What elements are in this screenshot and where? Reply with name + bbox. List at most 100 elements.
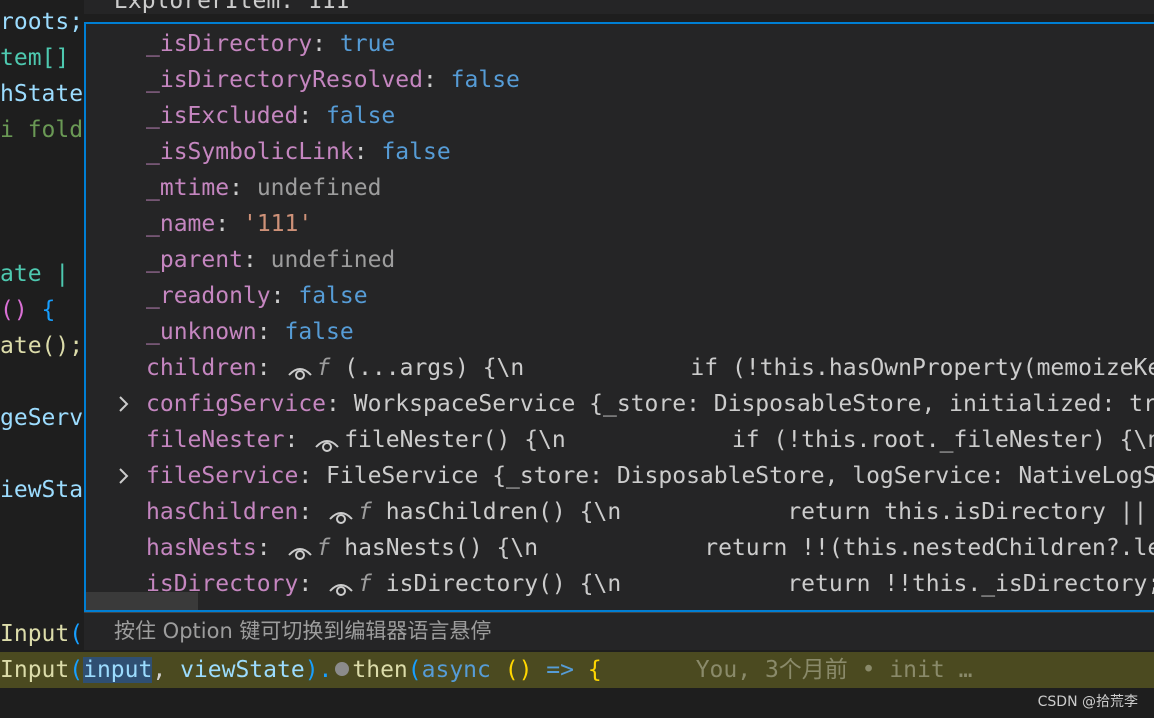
variable-name: fileNester	[146, 427, 285, 453]
variable-value: isDirectory() {\n return !!this._isDirec…	[385, 571, 1154, 597]
colon-separator: :	[353, 139, 368, 165]
function-marker: f	[358, 499, 372, 525]
code-token: (	[69, 657, 84, 683]
variable-row[interactable]: _isDirectoryResolved: false	[146, 62, 520, 98]
function-marker: f	[316, 355, 331, 381]
colon-separator: :	[215, 211, 230, 237]
variable-value: false	[298, 283, 368, 309]
variable-value: false	[450, 67, 520, 93]
variable-name: fileService	[146, 463, 299, 489]
code-token: (	[407, 657, 422, 683]
chevron-right-icon[interactable]	[116, 458, 132, 494]
code-token: ate |	[0, 261, 70, 287]
variable-row[interactable]: configService: WorkspaceService {_store:…	[119, 386, 1154, 422]
variable-name: _readonly	[146, 283, 271, 309]
colon-separator: :	[284, 427, 299, 453]
code-token: tem[]	[0, 45, 70, 71]
code-token: {	[27, 297, 56, 323]
variable-value: undefined	[270, 247, 396, 273]
code-token: roots;	[0, 9, 84, 35]
variable-value: false	[381, 139, 451, 165]
eye-icon[interactable]	[287, 357, 313, 380]
variable-value: (...args) {\n if (!this.hasOwnProperty(m…	[344, 355, 1154, 381]
variable-name: _mtime	[146, 175, 230, 201]
variable-row[interactable]: _name: '111'	[146, 206, 312, 242]
colon-separator: :	[298, 571, 313, 597]
variable-value: FileService {_store: DisposableStore, lo…	[326, 463, 1154, 489]
variable-name: _isDirectoryResolved	[146, 67, 423, 93]
bottom-bar	[0, 688, 1154, 718]
code-token: ,	[152, 657, 181, 683]
variable-name: children	[146, 355, 257, 381]
code-line-6[interactable]: () {	[0, 292, 55, 328]
code-line-8[interactable]: geServ	[0, 400, 83, 436]
hovered-identifier[interactable]: input	[83, 657, 153, 683]
colon-separator: :	[242, 247, 257, 273]
debug-hover-widget[interactable]: _isDirectory: true _isDirectoryResolved: …	[84, 22, 1154, 612]
colon-separator: :	[256, 319, 271, 345]
code-token: hState	[0, 81, 84, 107]
code-token: {	[587, 657, 602, 683]
code-token: Input	[0, 621, 70, 647]
colon-separator: :	[312, 31, 327, 57]
colon-separator: :	[422, 67, 437, 93]
code-line-7[interactable]: ate();	[0, 328, 83, 364]
function-marker: f	[358, 571, 372, 597]
variable-row[interactable]: hasChildren: f hasChildren() {\n return …	[146, 494, 1154, 530]
code-token: (	[69, 621, 84, 647]
hover-footer: 按住 Option 键可切换到编辑器语言悬停	[84, 612, 1154, 650]
variable-value: hasNests() {\n return !!(this.nestedChil…	[344, 535, 1154, 561]
variable-row[interactable]: fileNester: fileNester() {\n if (!this.r…	[146, 422, 1154, 458]
code-token: ate();	[0, 333, 84, 359]
code-line-9[interactable]: iewSta	[0, 472, 83, 508]
variable-row[interactable]: _parent: undefined	[146, 242, 395, 278]
variable-row[interactable]: _isDirectory: true	[146, 26, 395, 62]
variable-row[interactable]: isDirectory: f isDirectory() {\n return …	[146, 566, 1154, 602]
variable-row[interactable]: _mtime: undefined	[146, 170, 381, 206]
variable-value: true	[339, 31, 396, 57]
watermark: CSDN @拾荒李	[1037, 694, 1138, 710]
variable-name: hasNests	[146, 535, 257, 561]
eye-icon[interactable]	[314, 429, 340, 452]
code-token: iewSta	[0, 477, 84, 503]
code-token: ()	[504, 657, 533, 683]
hover-title: ExplorerItem: 111	[84, 0, 1154, 14]
chevron-right-icon[interactable]	[116, 386, 132, 422]
breakpoint-dot-icon[interactable]	[335, 661, 350, 676]
eye-icon[interactable]	[328, 501, 354, 524]
colon-separator: :	[229, 175, 243, 201]
code-token: async	[421, 657, 491, 683]
code-token: ).	[304, 657, 333, 683]
variable-name: hasChildren	[146, 499, 299, 525]
colon-separator: :	[298, 499, 313, 525]
variable-row[interactable]: _readonly: false	[146, 278, 368, 314]
variable-value: undefined	[256, 175, 382, 201]
current-code-line[interactable]: Input(input, viewState). then(async () =>…	[0, 652, 972, 688]
variable-row[interactable]: _isSymbolicLink: false	[146, 134, 451, 170]
code-token: Input	[0, 657, 70, 683]
code-line-10[interactable]: Input(	[0, 616, 83, 652]
colon-separator: :	[298, 463, 313, 489]
code-line-2[interactable]: tem[]	[0, 40, 69, 76]
eye-icon[interactable]	[328, 573, 354, 596]
eye-icon[interactable]	[287, 537, 313, 560]
code-line-1[interactable]: roots;	[0, 4, 83, 40]
variable-value: WorkspaceService {_store: DisposableStor…	[353, 391, 1154, 417]
code-token: geServ	[0, 405, 84, 431]
code-comment: i fold	[0, 117, 84, 143]
code-token: viewState	[180, 657, 305, 683]
variable-name: _isSymbolicLink	[146, 139, 354, 165]
horizontal-scrollbar[interactable]	[86, 592, 198, 610]
variable-name: _isDirectory	[146, 31, 313, 57]
code-line-5[interactable]: ate |	[0, 256, 69, 292]
variable-row[interactable]: _isExcluded: false	[146, 98, 395, 134]
variable-row[interactable]: _unknown: false	[146, 314, 354, 350]
variable-row[interactable]: hasNests: f hasNests() {\n return !!(thi…	[146, 530, 1154, 566]
variable-value: '111'	[242, 211, 313, 237]
code-line-4[interactable]: i fold	[0, 112, 83, 148]
variable-row[interactable]: children: f (...args) {\n if (!this.hasO…	[146, 350, 1154, 386]
code-token: then	[352, 657, 408, 683]
function-marker: f	[316, 535, 331, 561]
code-line-3[interactable]: hState	[0, 76, 83, 112]
variable-row[interactable]: fileService: FileService {_store: Dispos…	[119, 458, 1154, 494]
